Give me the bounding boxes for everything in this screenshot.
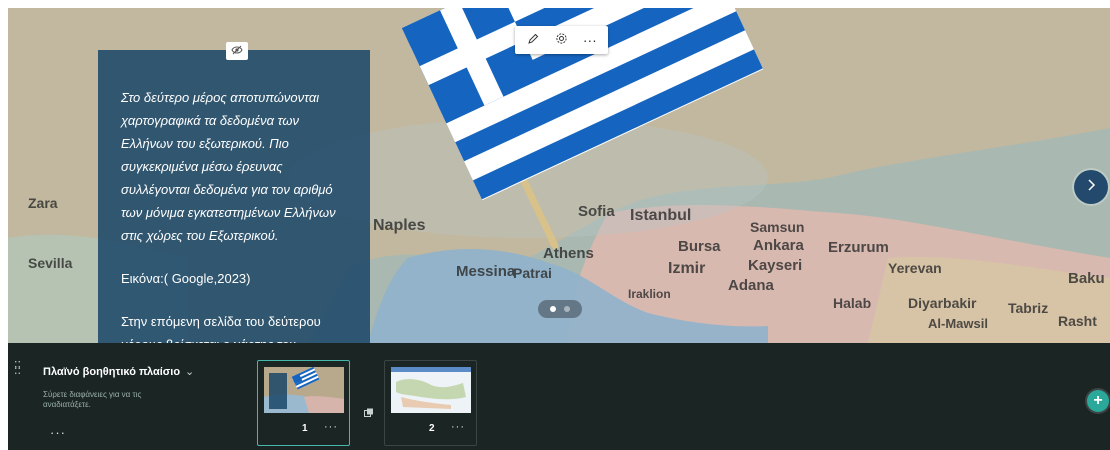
pencil-icon <box>527 32 539 48</box>
panel-hint: Σύρετε διαφάνειες για να τις αναδιατάξετ… <box>43 390 142 409</box>
gear-icon <box>555 32 568 48</box>
svg-text:Sofia: Sofia <box>578 203 615 220</box>
svg-text:Diyarbakir: Diyarbakir <box>908 295 977 311</box>
svg-text:Iraklion: Iraklion <box>628 287 671 301</box>
slide-thumbnail[interactable]: 2 ··· <box>384 360 477 446</box>
svg-text:Adana: Adana <box>728 277 775 294</box>
pagination-dot[interactable] <box>550 306 556 312</box>
svg-text:Izmir: Izmir <box>668 260 705 277</box>
panel-line-3: Ελλήνων του εξωτερικού. Πιο <box>121 136 289 151</box>
slide-thumbnail[interactable]: 1 ··· <box>257 360 350 446</box>
drag-handle-icon[interactable]: ⁚⁚ ⁚⁚ <box>14 361 24 377</box>
chevron-down-icon[interactable]: ⌄ <box>185 365 194 378</box>
svg-text:Yerevan: Yerevan <box>888 260 942 276</box>
side-helper-panel: ⁚⁚ ⁚⁚ Πλαϊνό βοηθητικό πλαίσιο ⌄ Σύρετε δ… <box>8 343 1110 450</box>
svg-text:Baku: Baku <box>1068 270 1105 287</box>
more-options-button[interactable]: ··· <box>578 29 602 51</box>
svg-text:Ankara: Ankara <box>753 237 805 254</box>
chevron-right-icon <box>1086 178 1096 196</box>
slide-stage: Naples Messina Patrai Athens Sofia Istan… <box>8 8 1110 343</box>
slide-more-button[interactable]: ··· <box>324 421 338 433</box>
next-slide-button[interactable] <box>1074 170 1108 204</box>
svg-text:Erzurum: Erzurum <box>828 239 889 256</box>
edit-button[interactable] <box>521 29 545 51</box>
svg-text:Samsun: Samsun <box>750 219 804 235</box>
panel-more-button[interactable]: ··· <box>50 425 66 440</box>
svg-text:Kayseri: Kayseri <box>748 257 802 274</box>
settings-button[interactable] <box>549 29 573 51</box>
pagination-dot[interactable] <box>564 306 570 312</box>
add-slide-button[interactable]: + <box>1087 390 1109 412</box>
slide-edit-toolbar: ··· <box>515 26 608 54</box>
duplicate-icon[interactable] <box>364 405 374 417</box>
panel-line-6: των μόνιμα εγκατεστημένων Ελλήνων <box>121 205 336 220</box>
svg-text:Patrai: Patrai <box>513 265 552 281</box>
next-page-line-2: μέρους βρίσκεται ο χάρτης του <box>121 333 348 343</box>
next-page-line-1: Στην επόμενη σελίδα του δεύτερου <box>121 314 321 329</box>
svg-text:Naples: Naples <box>373 217 426 234</box>
thumbnail-image <box>264 367 344 413</box>
svg-text:Tabriz: Tabriz <box>1008 300 1048 316</box>
svg-text:Messina: Messina <box>456 263 516 280</box>
svg-text:Rasht: Rasht <box>1058 313 1097 329</box>
panel-line-5: συλλέγονται δεδομένα για τον αριθμό <box>121 182 333 197</box>
eye-off-icon <box>231 42 243 60</box>
slide-more-button[interactable]: ··· <box>451 421 465 433</box>
panel-line-7: στις χώρες του Εξωτερικού. <box>121 228 279 243</box>
image-credit: Εικόνα:( Google,2023) <box>121 271 251 286</box>
panel-line-4: συγκεκριμένα μέσω έρευνας <box>121 159 283 174</box>
slide-pagination <box>538 300 582 318</box>
svg-text:Al-Mawsil: Al-Mawsil <box>928 316 988 331</box>
svg-text:Sevilla: Sevilla <box>28 255 73 271</box>
panel-line-1: Στο δεύτερο μέρος αποτυπώνονται <box>121 90 320 105</box>
slide-text-panel[interactable]: Στο δεύτερο μέρος αποτυπώνονται χαρτογρα… <box>98 50 370 343</box>
slide-number: 2 <box>429 423 435 434</box>
slide-number: 1 <box>302 423 308 434</box>
visibility-toggle-button[interactable] <box>226 42 248 60</box>
svg-text:Zara: Zara <box>28 195 58 211</box>
svg-text:Bursa: Bursa <box>678 238 721 255</box>
svg-text:Halab: Halab <box>833 295 871 311</box>
thumbnail-image <box>391 367 471 413</box>
svg-text:Athens: Athens <box>543 245 594 262</box>
panel-title: Πλαϊνό βοηθητικό πλαίσιο <box>43 366 181 378</box>
svg-text:Istanbul: Istanbul <box>630 207 691 224</box>
panel-line-2: χαρτογραφικά τα δεδομένα των <box>121 113 299 128</box>
